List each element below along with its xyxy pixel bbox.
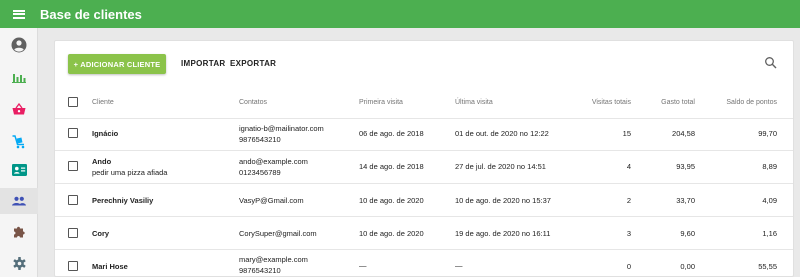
search-icon [765, 57, 777, 69]
sidebar [0, 28, 38, 277]
client-name[interactable]: Mari Hose [92, 262, 128, 271]
last-visit: 10 de ago. de 2020 no 15:37 [455, 196, 551, 205]
client-name[interactable]: Perechniy Vasiliy [92, 196, 153, 205]
account-circle-icon [11, 37, 27, 53]
visits-total: 3 [626, 229, 631, 238]
client-email: mary@example.com [239, 255, 308, 264]
row-checkbox[interactable] [68, 161, 78, 171]
sidebar-item-products[interactable] [0, 129, 38, 155]
first-visit: 10 de ago. de 2020 [359, 196, 424, 205]
client-name[interactable]: Ignácio [92, 129, 118, 138]
client-email: CorySuper@gmail.com [239, 229, 317, 238]
sidebar-item-contacts[interactable] [0, 157, 38, 183]
spent-total: 9,60 [680, 229, 695, 238]
first-visit: 10 de ago. de 2020 [359, 229, 424, 238]
points-balance: 4,09 [762, 196, 777, 205]
last-visit: — [455, 261, 463, 270]
basket-icon [12, 103, 26, 115]
row-divider [55, 249, 793, 250]
puzzle-icon [13, 226, 25, 237]
sidebar-item-settings[interactable] [0, 250, 38, 276]
first-visit: 06 de ago. de 2018 [359, 129, 424, 138]
column-header-client[interactable]: Cliente [92, 99, 114, 106]
contact-card-icon [11, 164, 27, 176]
row-divider [55, 150, 793, 151]
first-visit: — [359, 261, 367, 270]
gear-icon [12, 256, 26, 270]
row-checkbox[interactable] [68, 128, 78, 138]
points-balance: 1,16 [762, 229, 777, 238]
select-all-checkbox[interactable] [68, 97, 78, 107]
sidebar-item-reports[interactable] [0, 64, 38, 90]
client-phone: 0123456789 [239, 168, 281, 177]
client-contacts: ignatio-b@mailinator.com 9876543210 [239, 123, 324, 145]
first-visit: 14 de ago. de 2018 [359, 162, 424, 171]
sidebar-item-integrations[interactable] [0, 218, 38, 244]
client-name[interactable]: Ando [92, 156, 167, 167]
menu-icon [13, 9, 25, 19]
spent-total: 0,00 [680, 262, 695, 271]
client-email: ignatio-b@mailinator.com [239, 124, 324, 133]
import-button[interactable]: IMPORTAR [181, 59, 225, 68]
client-name[interactable]: Cory [92, 229, 109, 238]
last-visit: 01 de out. de 2020 no 12:22 [455, 129, 549, 138]
client-note: pedir uma pizza afiada [92, 168, 168, 177]
cart-icon [12, 135, 25, 149]
export-button[interactable]: EXPORTAR [230, 59, 276, 68]
search-button[interactable] [764, 56, 778, 70]
visits-total: 0 [626, 262, 631, 271]
client-email: VasyP@Gmail.com [239, 196, 304, 205]
spent-total: 33,70 [676, 196, 695, 205]
row-checkbox[interactable] [68, 195, 78, 205]
points-balance: 99,70 [758, 129, 777, 138]
spent-total: 93,95 [676, 162, 695, 171]
sidebar-item-sales[interactable] [0, 96, 38, 122]
column-header-visits-total[interactable]: Visitas totais [561, 99, 631, 106]
row-divider [55, 216, 793, 217]
row-checkbox[interactable] [68, 261, 78, 271]
column-header-contacts[interactable]: Contatos [239, 99, 267, 106]
column-header-last-visit[interactable]: Última visita [455, 99, 493, 106]
people-icon [12, 196, 26, 206]
bar-chart-icon [12, 74, 26, 83]
client-contacts: ando@example.com 0123456789 [239, 156, 308, 178]
sidebar-item-clients[interactable] [0, 188, 38, 214]
spent-total: 204,58 [672, 129, 695, 138]
column-header-spent-total[interactable]: Gasto total [635, 99, 695, 106]
page-title: Base de clientes [40, 6, 142, 22]
visits-total: 4 [626, 162, 631, 171]
app-bar: Base de clientes [0, 0, 800, 28]
sidebar-item-account[interactable] [0, 32, 38, 58]
client-email: ando@example.com [239, 157, 308, 166]
visits-total: 2 [626, 196, 631, 205]
client-cell: Ando pedir uma pizza afiada [92, 156, 167, 178]
menu-button[interactable] [0, 0, 38, 28]
add-client-button[interactable]: + ADICIONAR CLIENTE [68, 54, 166, 74]
client-phone: 9876543210 [239, 135, 281, 144]
column-header-points-balance[interactable]: Saldo de pontos [705, 99, 777, 106]
last-visit: 19 de ago. de 2020 no 16:11 [455, 229, 551, 238]
row-divider [55, 183, 793, 184]
client-phone: 9876543210 [239, 266, 281, 275]
column-header-first-visit[interactable]: Primeira visita [359, 99, 403, 106]
points-balance: 55,55 [758, 262, 777, 271]
visits-total: 15 [622, 129, 631, 138]
row-checkbox[interactable] [68, 228, 78, 238]
clients-card: + ADICIONAR CLIENTE IMPORTAR EXPORTAR Cl… [54, 40, 794, 277]
header-divider [55, 118, 793, 119]
points-balance: 8,89 [762, 162, 777, 171]
last-visit: 27 de jul. de 2020 no 14:51 [455, 162, 546, 171]
client-contacts: mary@example.com 9876543210 [239, 254, 308, 276]
